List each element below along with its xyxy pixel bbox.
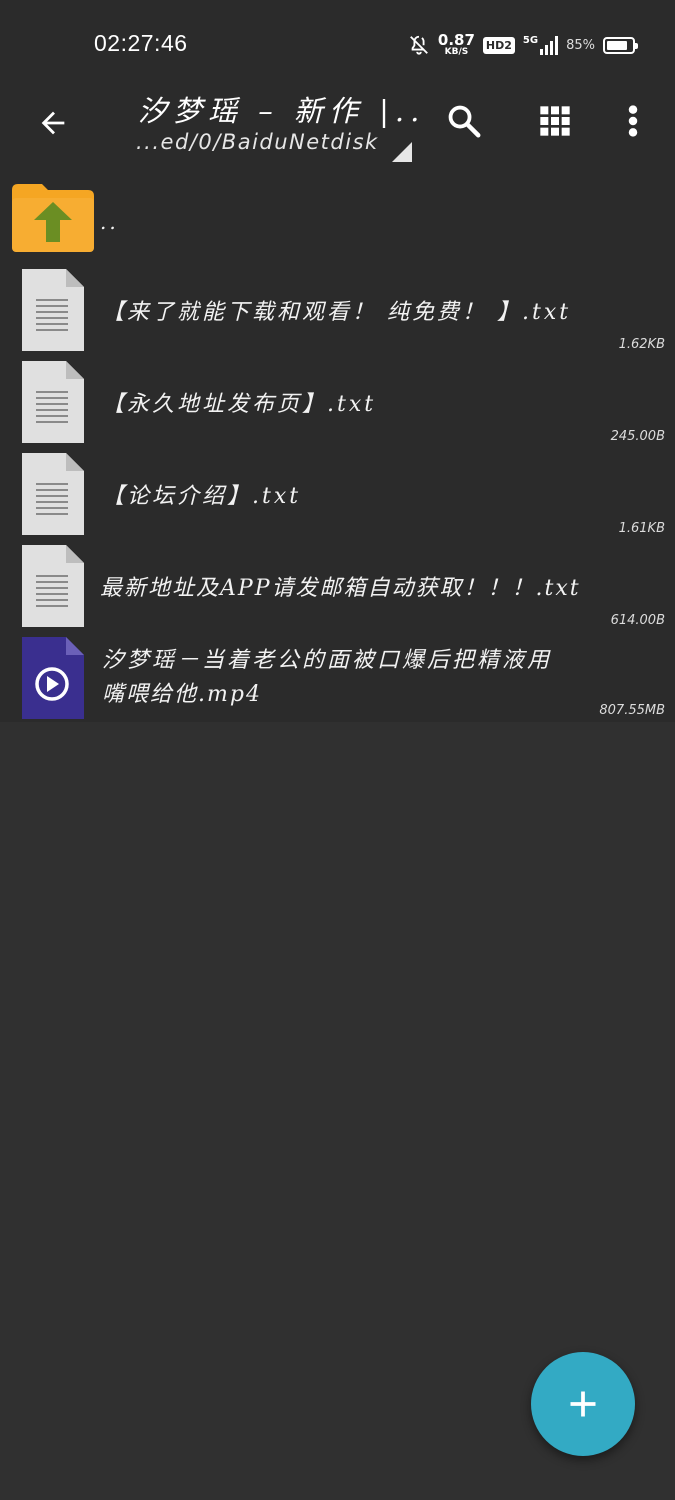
more-options-button[interactable] <box>610 98 656 144</box>
status-time: 02:27:46 <box>94 30 188 56</box>
add-button[interactable] <box>531 1352 635 1456</box>
folder-title: 汐梦瑶 – 新作 |... <box>138 94 418 128</box>
signal-label: 5G <box>522 35 539 46</box>
file-size: 614.00B <box>610 613 665 628</box>
text-file-icon <box>22 269 84 351</box>
battery-level-fill <box>607 40 628 50</box>
file-name: 【论坛介绍】.txt <box>102 484 302 509</box>
text-file-icon <box>22 545 84 627</box>
file-name: 【来了就能下载和观看！ 纯免费！ 】.txt <box>102 300 572 325</box>
app-bar: 汐梦瑶 – 新作 |... ...ed/0/BaiduNetdisk <box>0 88 675 172</box>
video-file-icon <box>22 637 84 719</box>
list-item-file[interactable]: 【来了就能下载和观看！ 纯免费！ 】.txt 1.62KB <box>0 264 675 356</box>
file-list: .. 【来了就能下载和观看！ 纯免费！ 】.txt 1.62KB 【永久地址发布… <box>0 172 675 722</box>
list-item-file[interactable]: 最新地址及APP请发邮箱自动获取！！！.txt 614.00B <box>0 540 675 632</box>
text-file-icon <box>22 453 84 535</box>
file-size: 245.00B <box>610 429 665 444</box>
status-icons: 0.87 KB/S HD2 5G 85% <box>408 28 638 62</box>
list-item-file[interactable]: 【论坛介绍】.txt 1.61KB <box>0 448 675 540</box>
file-name: 最新地址及APP请发邮箱自动获取！！！.txt <box>100 576 581 601</box>
file-size: 807.55MB <box>599 703 665 718</box>
file-name-line-1: 汐梦瑶－当着老公的面被口爆后把精液用 <box>102 648 553 673</box>
network-speed-value: 0.87 <box>437 31 475 49</box>
path-dropdown-corner-icon[interactable] <box>392 142 412 162</box>
status-bar: 02:27:46 0.87 KB/S HD2 5G 85% <box>0 0 675 88</box>
network-speed: 0.87 KB/S <box>438 33 475 57</box>
grid-view-icon <box>540 106 570 136</box>
battery-percent: 85% <box>566 37 595 53</box>
folder-up-icon <box>12 184 94 252</box>
cellular-signal-icon: 5G <box>522 35 559 55</box>
file-name: .. <box>100 210 119 234</box>
grid-view-button[interactable] <box>532 98 578 144</box>
file-size: 1.61KB <box>618 521 665 536</box>
list-item-file[interactable]: 【永久地址发布页】.txt 245.00B <box>0 356 675 448</box>
network-speed-unit: KB/S <box>444 47 469 57</box>
file-size: 1.62KB <box>618 337 665 352</box>
file-manager-screen: 02:27:46 0.87 KB/S HD2 5G 85% 汐梦瑶 – 新作 |… <box>0 0 675 1500</box>
list-item-parent-folder[interactable]: .. <box>0 172 675 260</box>
search-icon <box>448 105 481 138</box>
add-icon <box>570 1391 596 1417</box>
notification-off-icon <box>410 35 428 55</box>
hd-voice-badge: HD2 <box>482 36 515 54</box>
list-item-file[interactable]: 汐梦瑶－当着老公的面被口爆后把精液用 嘴喂给他.mp4 807.55MB <box>0 632 675 722</box>
text-file-icon <box>22 361 84 443</box>
search-button[interactable] <box>441 98 487 144</box>
file-name-line-2: 嘴喂给他.mp4 <box>102 682 262 707</box>
arrow-back-icon <box>41 111 65 135</box>
folder-path[interactable]: ...ed/0/BaiduNetdisk <box>136 130 379 154</box>
back-button[interactable] <box>30 100 76 146</box>
more-vert-icon <box>628 105 638 137</box>
file-name: 【永久地址发布页】.txt <box>102 392 377 417</box>
battery-icon <box>603 36 638 54</box>
